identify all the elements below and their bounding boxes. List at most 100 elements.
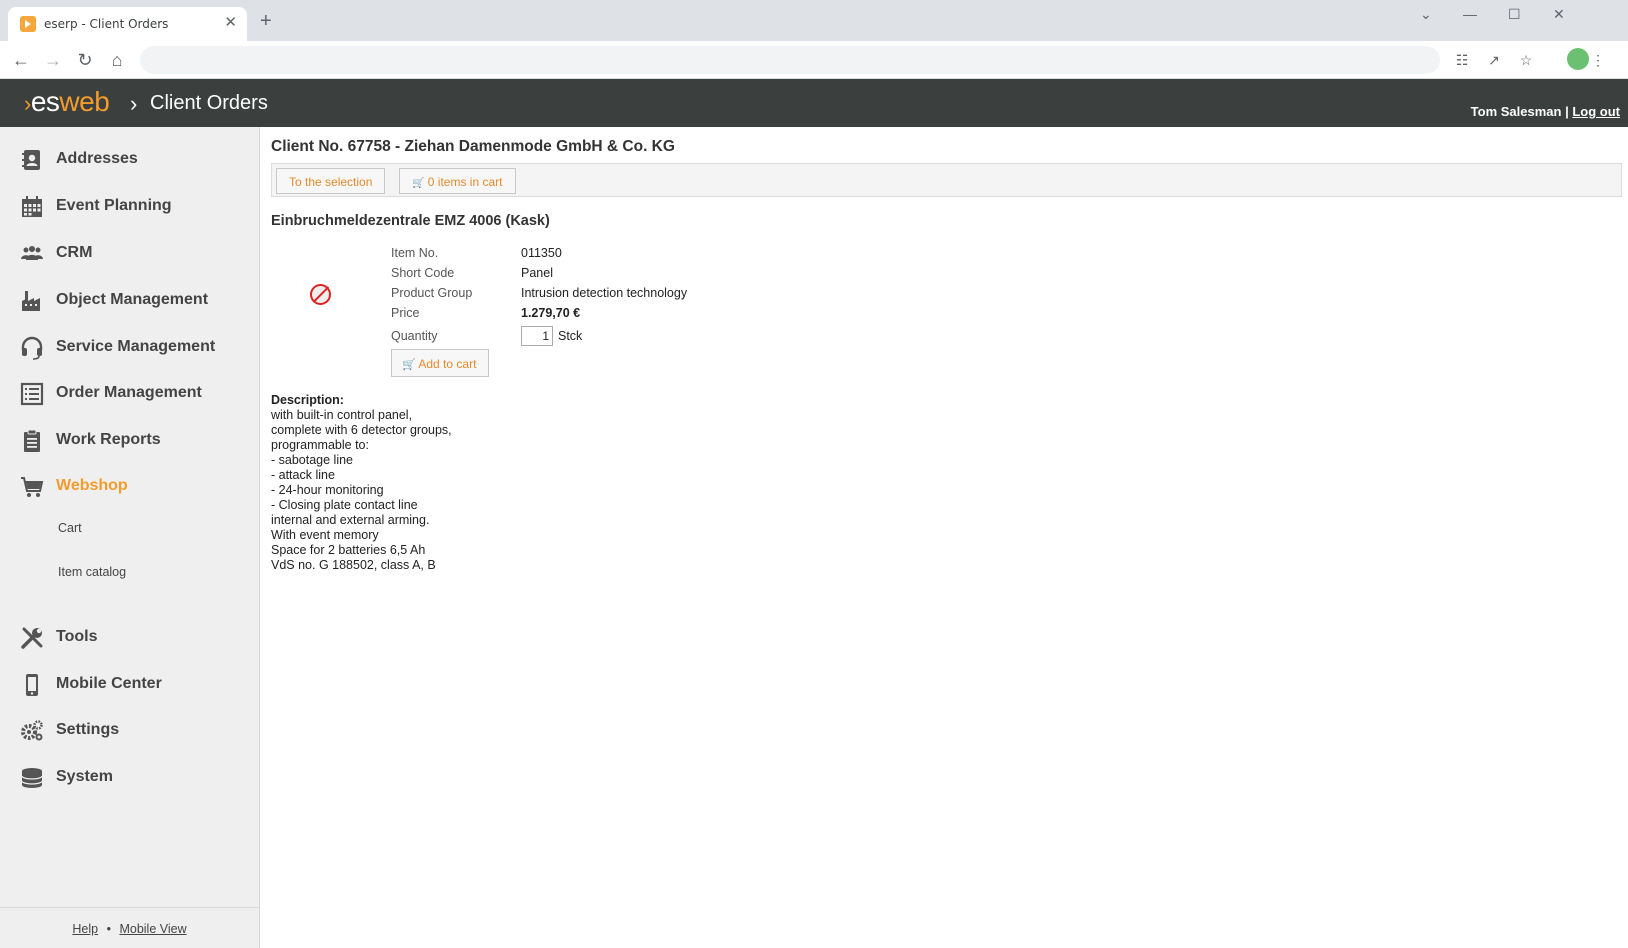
description-line: - Closing plate contact line [271, 498, 418, 512]
description-line: with built-in control panel, [271, 408, 413, 422]
breadcrumb-chevron-icon: › [130, 91, 138, 116]
prop-label: Product Group [391, 286, 473, 300]
description-line: programmable to: [271, 438, 369, 452]
sidebar-item-label: Order Management [56, 384, 202, 401]
sidebar-item-label: Tools [56, 628, 98, 645]
quantity-input[interactable]: 1 [521, 326, 553, 346]
description-line: Space for 2 batteries 6,5 Ah [271, 543, 426, 557]
sidebar-item-addresses[interactable]: Addresses [20, 145, 255, 175]
page-title: Client Orders [150, 92, 268, 114]
sidebar-item-label: System [56, 768, 113, 785]
minimize-icon[interactable]: — [1463, 6, 1477, 22]
sidebar-item-system[interactable]: System [20, 763, 255, 793]
browser-menu-icon[interactable]: ⋮ [1588, 50, 1608, 70]
sidebar-item-label: CRM [56, 244, 93, 261]
phone-icon [26, 674, 38, 696]
people-icon [21, 246, 43, 260]
tab-search-icon[interactable]: ⌄ [1420, 6, 1432, 23]
mobile-view-link[interactable]: Mobile View [119, 922, 186, 936]
sidebar-item-crm[interactable]: CRM [20, 239, 255, 269]
main-content: Client No. 67758 - Ziehan Damenmode GmbH… [271, 127, 1622, 948]
browser-toolbar: ← → ↻ ⌂ ☷ ↗ ☆ ⋮ [0, 41, 1628, 79]
browser-tabstrip: eserp - Client Orders ✕ + ⌄ — ☐ ✕ [0, 0, 1628, 41]
no-image-icon [310, 284, 331, 305]
back-icon[interactable]: ← [8, 47, 34, 73]
esweb-logo[interactable]: ›esweb [24, 86, 110, 118]
sidebar-item-label: Service Management [56, 338, 216, 355]
footer-dot: • [106, 922, 111, 936]
prop-label: Item No. [391, 246, 439, 260]
forward-icon[interactable]: → [40, 47, 66, 73]
prop-label: Short Code [391, 266, 455, 280]
reload-icon[interactable]: ↻ [72, 47, 98, 73]
sidebar-item-mobile-center[interactable]: Mobile Center [20, 670, 255, 700]
home-icon[interactable]: ⌂ [104, 47, 130, 73]
sidebar-subitem-item-catalog[interactable]: Item catalog [58, 565, 126, 579]
share-icon[interactable]: ↗ [1484, 50, 1504, 70]
cart-button-label: 0 items in cart [427, 175, 503, 189]
sidebar-item-order-management[interactable]: Order Management [20, 379, 255, 409]
new-tab-button[interactable]: + [260, 11, 272, 31]
logo-es: es [30, 86, 60, 117]
sidebar-footer: Help • Mobile View [0, 907, 259, 948]
client-title: Client No. 67758 - Ziehan Damenmode GmbH… [271, 138, 675, 155]
prop-row-short-code: Short Code Panel [391, 266, 791, 284]
add-cart-icon: 🛒 [402, 359, 416, 371]
prop-row-product-group: Product Group Intrusion detection techno… [391, 286, 791, 304]
sidebar: Addresses Event Planning CRM Object Mana… [0, 127, 260, 948]
description-line: VdS no. G 188502, class A, B [271, 558, 436, 572]
clipboard-icon [24, 429, 40, 452]
cart-icon [21, 477, 44, 497]
translate-icon[interactable]: ☷ [1452, 50, 1472, 70]
sidebar-item-webshop[interactable]: Webshop [20, 472, 255, 502]
headset-icon [21, 336, 43, 360]
maximize-icon[interactable]: ☐ [1508, 6, 1521, 23]
sidebar-item-label: Event Planning [56, 197, 172, 214]
profile-avatar[interactable] [1567, 48, 1589, 70]
quantity-unit: Stck [558, 329, 583, 343]
tab-title: eserp - Client Orders [44, 17, 169, 31]
cart-small-icon: 🛒 [412, 178, 425, 189]
cart-button[interactable]: 🛒 0 items in cart [399, 168, 516, 194]
sidebar-item-settings[interactable]: Settings [20, 716, 255, 746]
help-link[interactable]: Help [72, 922, 98, 936]
description-line: complete with 6 detector groups, [271, 423, 452, 437]
sidebar-item-label: Object Management [56, 291, 209, 308]
address-book-icon [22, 150, 40, 170]
favicon-icon [20, 16, 36, 32]
browser-tab[interactable]: eserp - Client Orders ✕ [8, 7, 247, 41]
logo-web: web [59, 86, 110, 117]
sidebar-item-work-reports[interactable]: Work Reports [20, 426, 255, 456]
prop-row-quantity: Quantity 1 Stck [391, 326, 791, 347]
sidebar-item-label: Webshop [56, 477, 128, 494]
add-to-cart-label: Add to cart [418, 357, 477, 371]
factory-icon [22, 291, 40, 311]
add-to-cart-button[interactable]: 🛒 Add to cart [391, 349, 490, 377]
description-line: - attack line [271, 468, 335, 482]
sidebar-item-label: Addresses [56, 150, 138, 167]
logout-link[interactable]: Log out [1572, 104, 1620, 119]
to-selection-button[interactable]: To the selection [276, 168, 386, 194]
sidebar-item-label: Work Reports [56, 431, 161, 448]
list-icon [20, 382, 44, 406]
logo-arrow-icon: › [24, 91, 31, 116]
description-line: With event memory [271, 528, 379, 542]
sidebar-item-label: Settings [56, 721, 120, 738]
short-code: Panel [521, 266, 553, 280]
prop-label: Price [391, 306, 420, 320]
sidebar-item-tools[interactable]: Tools [20, 623, 255, 653]
address-bar[interactable] [140, 46, 1440, 74]
product-description: Description: with built-in control panel… [271, 393, 452, 573]
sidebar-item-object-management[interactable]: Object Management [20, 286, 255, 316]
description-line: - sabotage line [271, 453, 354, 467]
calendar-icon [22, 196, 42, 217]
tab-close-icon[interactable]: ✕ [224, 14, 237, 32]
user-name: Tom Salesman [1470, 104, 1562, 119]
sidebar-item-service-management[interactable]: Service Management [20, 333, 255, 363]
sidebar-subitem-cart[interactable]: Cart [58, 521, 82, 535]
gears-icon [21, 720, 43, 741]
bookmark-star-icon[interactable]: ☆ [1516, 50, 1536, 70]
sidebar-item-event-planning[interactable]: Event Planning [20, 192, 255, 222]
window-close-icon[interactable]: ✕ [1553, 6, 1565, 23]
item-number: 011350 [521, 246, 562, 260]
